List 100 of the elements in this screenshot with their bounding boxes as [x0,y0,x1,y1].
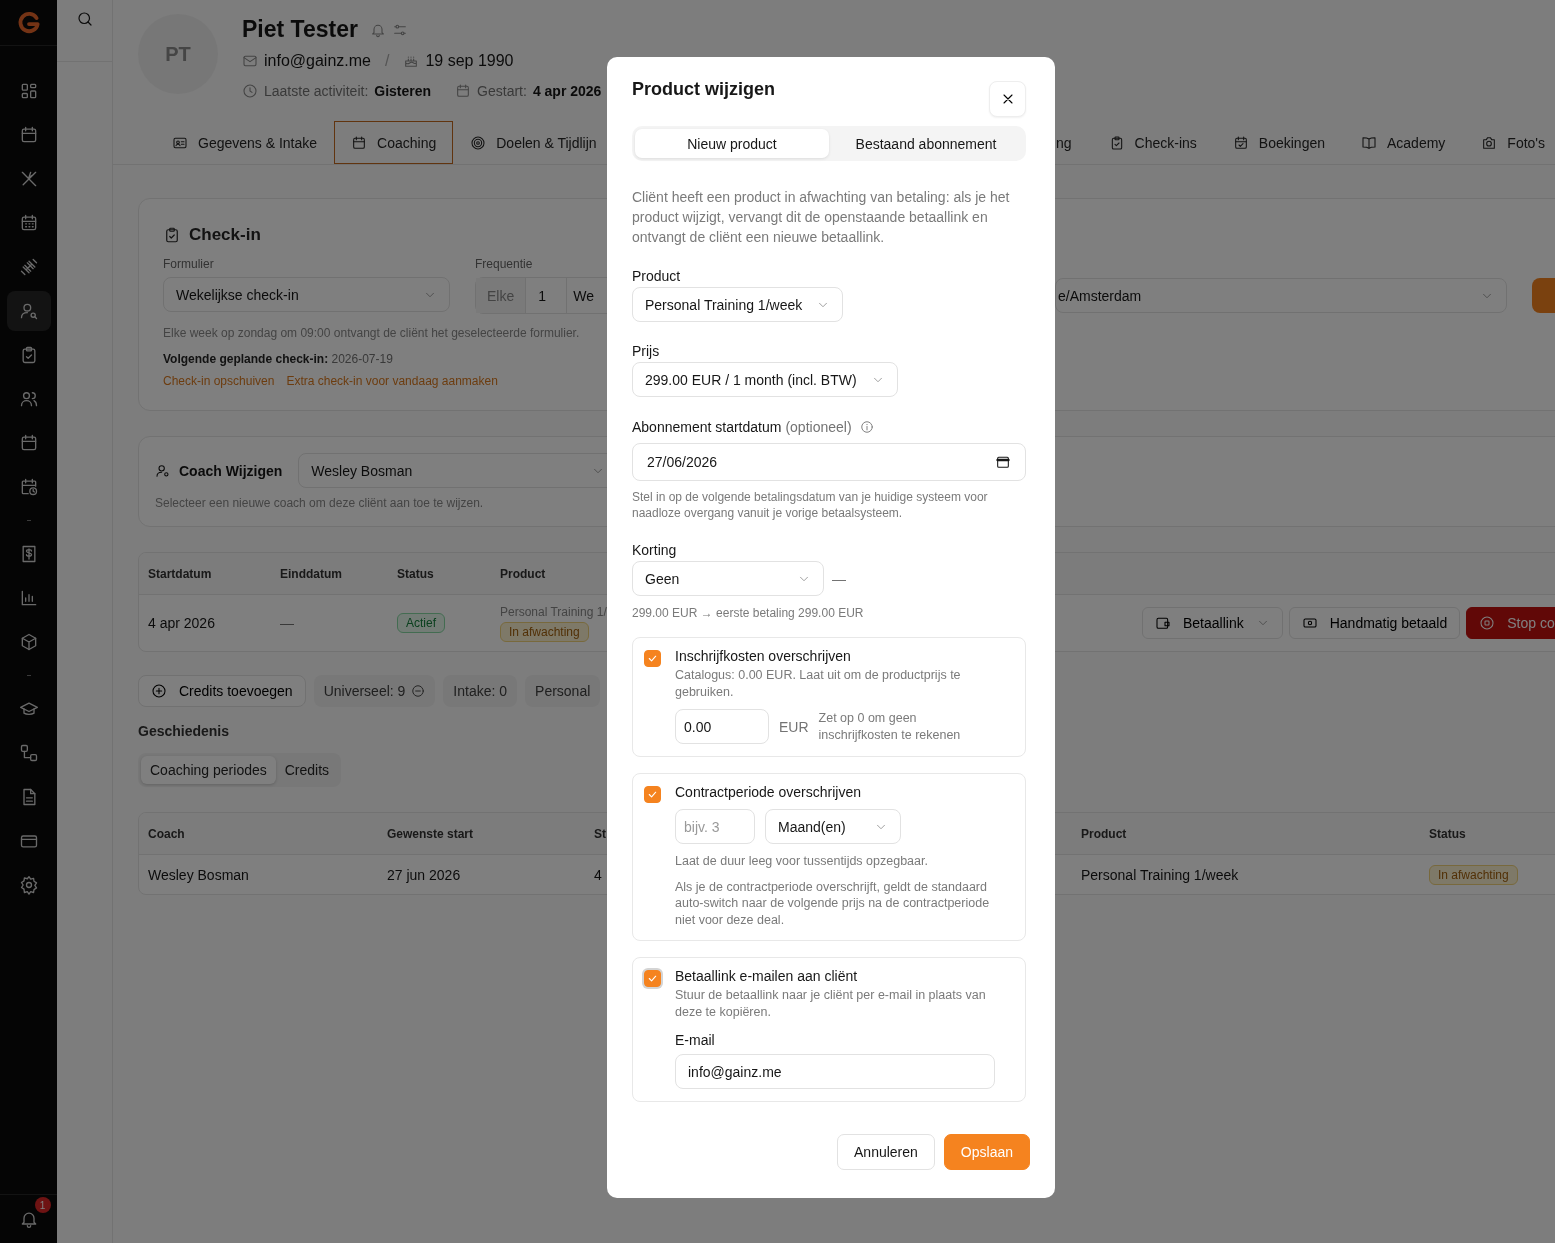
cake-icon [403,53,420,69]
payment-status-badge: In afwachting [500,621,589,642]
calendar-icon[interactable] [995,454,1011,470]
dialog-button[interactable]: Opslaan [943,1134,1030,1170]
price-summary: 299.00 EUR → eerste betaling 299.00 EUR [632,605,865,621]
clipboard-check-icon [163,226,181,244]
tab[interactable]: Coaching periodes [141,756,276,784]
action-button[interactable]: Stop co [1466,607,1555,639]
credit-chip[interactable]: Intake: 0 [443,675,518,707]
banknote-icon [1301,615,1318,631]
table-cell-text: 27 jun 2026 [387,866,462,883]
tab[interactable]: Boekingen [1214,121,1343,164]
field-label: Abonnement startdatum [632,419,782,435]
duration-field[interactable]: bijv. 3 [675,809,755,844]
checkbox[interactable] [644,786,661,803]
meta-label: Gestart: [477,83,527,99]
nav-item[interactable] [6,291,51,331]
tab[interactable]: Academy [1343,121,1464,164]
mode-tab[interactable]: Nieuw product [635,129,829,158]
discount-amount: — [832,570,846,587]
table-cell: 4 [594,866,602,883]
product-select[interactable]: Personal Training 1/week [632,287,844,322]
tab[interactable]: Doelen & Tijdlijn [453,121,607,164]
schedule-description: Elke week op zondag om 09:00 ontvangt de cliënt het geselecteerde formulier. [163,326,581,340]
user-icon [155,462,171,479]
dialog-button[interactable]: Annuleren [837,1134,935,1170]
field-label: Korting [632,542,678,558]
option-note: Als je de contractperiode overschrijft, geldt de standaard auto-switch naar de volgende prijs na de contractperiode niet voor deze deal. [675,878,991,928]
discount-select[interactable]: Geen [632,561,824,596]
workflow-icon [18,743,39,763]
close-button[interactable] [989,81,1026,117]
column-header: Status [397,566,435,581]
user-search-icon [18,301,39,321]
column-header: Startdatum [148,566,213,581]
tab[interactable]: ng [1055,121,1091,164]
column-header: Einddatum [280,566,343,581]
field-label: Frequentie [475,257,534,271]
section-title: Geschiedenis [138,723,230,739]
checkbox[interactable] [644,650,661,667]
field-label: Prijs [632,343,661,359]
credit-chip[interactable]: Personal [525,675,601,707]
status-badge: Actief [397,613,445,633]
option-title: Contractperiode overschrijven [675,784,862,800]
field-label: Formulier [163,257,215,271]
field-label: E-mail [675,1032,716,1048]
table-cell-text: Wesley Bosman [148,866,250,883]
notice-text: Cliënt heeft een product in afwachting van betaling: als je het product wijzigt, vervangt dit de openstaande betaallink en ontvangt de cliënt een nieuwe betaallink. [632,188,1011,247]
fee-hint: Zet op 0 om geen inschrijfkosten te rekenen [818,710,962,743]
coach-hint: Selecteer een nieuwe coach om deze cliënt aan toe te wijzen. [155,496,485,510]
timezone-select[interactable]: e/Amsterdam [1055,278,1507,313]
mode-tab[interactable]: Bestaand abonnement [829,129,1023,158]
start-date: 4 apr 2026 [532,83,602,99]
tab[interactable]: Credits [275,756,339,784]
price-select[interactable]: 299.00 EUR / 1 month (incl. BTW) [632,362,898,397]
info-icon[interactable] [859,420,874,434]
column-header: Coach [148,826,186,841]
action-button[interactable]: Betaallink [1142,607,1283,639]
optional-note: (optioneel) [785,419,852,435]
add-credits-button[interactable]: Credits toevoegen [138,675,306,707]
client-email: info@gainz.me [264,52,371,70]
target-icon [470,134,487,151]
coach-select[interactable]: Wesley Bosman [298,453,608,488]
client-name: Piet Tester [242,16,358,43]
calendar-icon [455,83,472,99]
table-cell-text: Personal Training 1/week [1081,866,1240,883]
column-header: Product [500,566,546,581]
wallet-icon [1155,615,1171,631]
column-header: St [594,826,606,841]
calendar-check-icon [1232,134,1249,151]
credit-chip[interactable]: Universeel: 9 [313,675,436,707]
date-field[interactable]: 27/06/2026 [632,443,1026,481]
product-name: Personal Training 1/ [500,604,607,619]
tab[interactable]: Gegevens & Intake [155,121,335,164]
search-icon[interactable] [75,10,94,28]
table-cell-text: 4 apr 2026 [148,615,216,631]
field-label: Product [632,268,682,284]
column-header: Status [1429,826,1466,841]
card-title: Check-in [189,225,261,245]
fee-field[interactable]: 0.00 [675,709,769,744]
tab[interactable]: Check-ins [1090,121,1215,164]
minus-circle-icon[interactable] [411,684,426,698]
option-title: Inschrijfkosten overschrijven [675,648,852,664]
currency-label: EUR [779,718,809,735]
email-field[interactable]: info@gainz.me [675,1054,995,1089]
card-title: Coach Wijzigen [179,462,283,479]
clock-icon [242,83,258,99]
status-badge: In afwachting [1429,864,1518,885]
form-select[interactable]: Wekelijkse check-in [163,277,450,312]
check-icon [647,653,658,664]
period-unit-select[interactable]: Maand(en) [765,809,901,844]
book-icon [1361,134,1377,151]
tab[interactable]: Coaching [334,121,454,164]
separator: / [384,52,390,70]
table-cell-text: — [280,615,295,631]
tab[interactable]: Foto's [1463,121,1555,164]
option-note: Laat de duur leeg voor tussentijds opzegbaar. [675,853,929,870]
option-description: Stuur de betaallink naar je cliënt per e-mail in plaats van deze te kopiëren. [675,987,987,1020]
action-button[interactable]: Handmatig betaald [1288,607,1461,639]
option-title: Betaallink e-mailen aan cliënt [675,968,859,984]
check-icon [647,973,658,984]
